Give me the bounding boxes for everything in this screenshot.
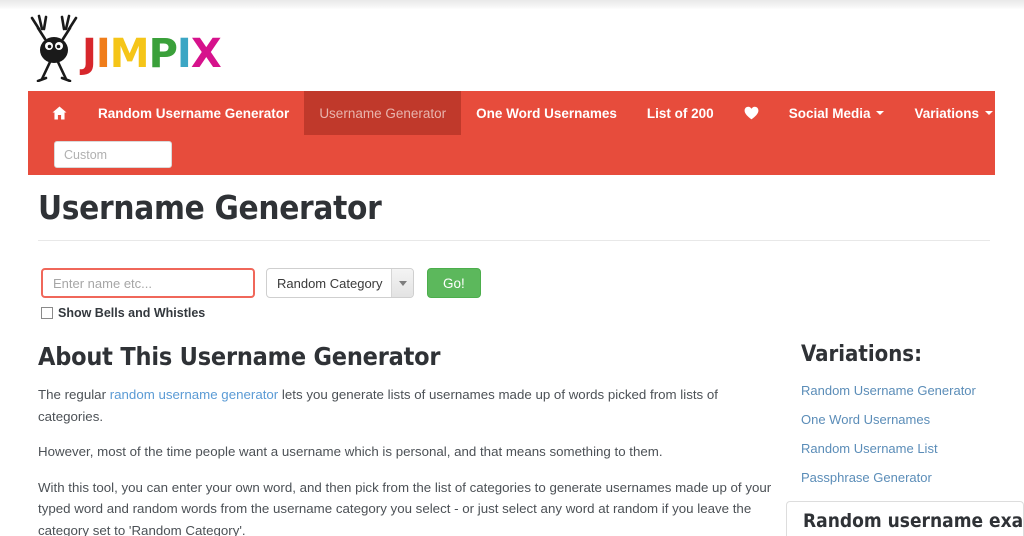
about-paragraph-2: However, most of the time people want a … [38, 444, 663, 460]
about-paragraph-1: The regular random username generator le… [38, 384, 776, 427]
main-navbar: Random Username Generator Username Gener… [28, 91, 1024, 175]
logo-letter: X [190, 31, 222, 77]
logo-letter: I [95, 31, 111, 77]
random-username-examples-panel: Random username exampl [786, 501, 1024, 536]
about-heading: About This Username Generator [38, 342, 441, 371]
sidebar-heading: Variations: [801, 342, 922, 367]
show-bells-checkbox[interactable] [41, 307, 53, 319]
chevron-down-icon [876, 111, 885, 115]
panel-title: Random username exampl [803, 510, 1024, 532]
nav-menu-experiments[interactable]: Experiments [1008, 91, 1024, 135]
about-p1-before: The regular [38, 387, 110, 402]
bells-and-whistles-row: Show Bells and Whistles [41, 306, 205, 320]
nav-menu-variations[interactable]: Variations [899, 91, 1008, 135]
site-logo[interactable]: JIMPIX [28, 10, 222, 82]
nav-menu-social-media[interactable]: Social Media [774, 91, 900, 135]
nav-label: List of 200 [646, 105, 714, 121]
nav-label: One Word Usernames [476, 105, 617, 121]
sidebar-link-one-word-usernames[interactable]: One Word Usernames [801, 412, 1024, 427]
generator-form: Random Category Go! [41, 268, 481, 298]
logo-letter: I [176, 31, 192, 77]
go-button[interactable]: Go! [427, 268, 481, 298]
chevron-down-icon [985, 111, 994, 115]
logo-wordmark: JIMPIX [82, 31, 222, 77]
nav-item-home[interactable] [28, 91, 83, 135]
logo-letter: J [82, 31, 97, 77]
category-select[interactable]: Random Category [266, 268, 414, 298]
nav-label: Social Media [788, 105, 871, 121]
top-gradient-strip [0, 0, 1024, 9]
navbar-primary-row: Random Username Generator Username Gener… [28, 91, 1024, 135]
nav-item-list-of-200[interactable]: List of 200 [632, 91, 729, 135]
custom-search-input[interactable] [54, 141, 172, 168]
nav-item-username-generator[interactable]: Username Generator [304, 91, 462, 135]
random-username-generator-link[interactable]: random username generator [110, 387, 279, 402]
category-select-wrapper: Random Category [266, 268, 414, 298]
heart-icon [744, 106, 759, 120]
nav-item-one-word-usernames[interactable]: One Word Usernames [461, 91, 632, 135]
nav-item-random-username-generator[interactable]: Random Username Generator [83, 91, 304, 135]
logo-letter: M [109, 31, 150, 77]
name-input[interactable] [41, 268, 255, 298]
nav-item-favourites[interactable] [729, 91, 774, 135]
stick-figure-icon [30, 14, 78, 82]
sidebar-link-random-username-generator[interactable]: Random Username Generator [801, 383, 1024, 398]
navbar-secondary-row [28, 135, 995, 168]
about-paragraph-3: With this tool, you can enter your own w… [38, 479, 772, 536]
about-section: About This Username Generator The regula… [38, 342, 776, 536]
sidebar-link-passphrase-generator[interactable]: Passphrase Generator [801, 470, 1024, 485]
nav-label: Username Generator [319, 105, 447, 121]
home-icon [52, 106, 67, 120]
page-title: Username Generator [38, 188, 382, 227]
show-bells-label[interactable]: Show Bells and Whistles [58, 306, 205, 320]
title-divider [38, 240, 990, 241]
nav-label: Variations [914, 105, 980, 121]
nav-label: Random Username Generator [98, 105, 290, 121]
logo-letter: P [148, 31, 178, 77]
sidebar-link-random-username-list[interactable]: Random Username List [801, 441, 1024, 456]
